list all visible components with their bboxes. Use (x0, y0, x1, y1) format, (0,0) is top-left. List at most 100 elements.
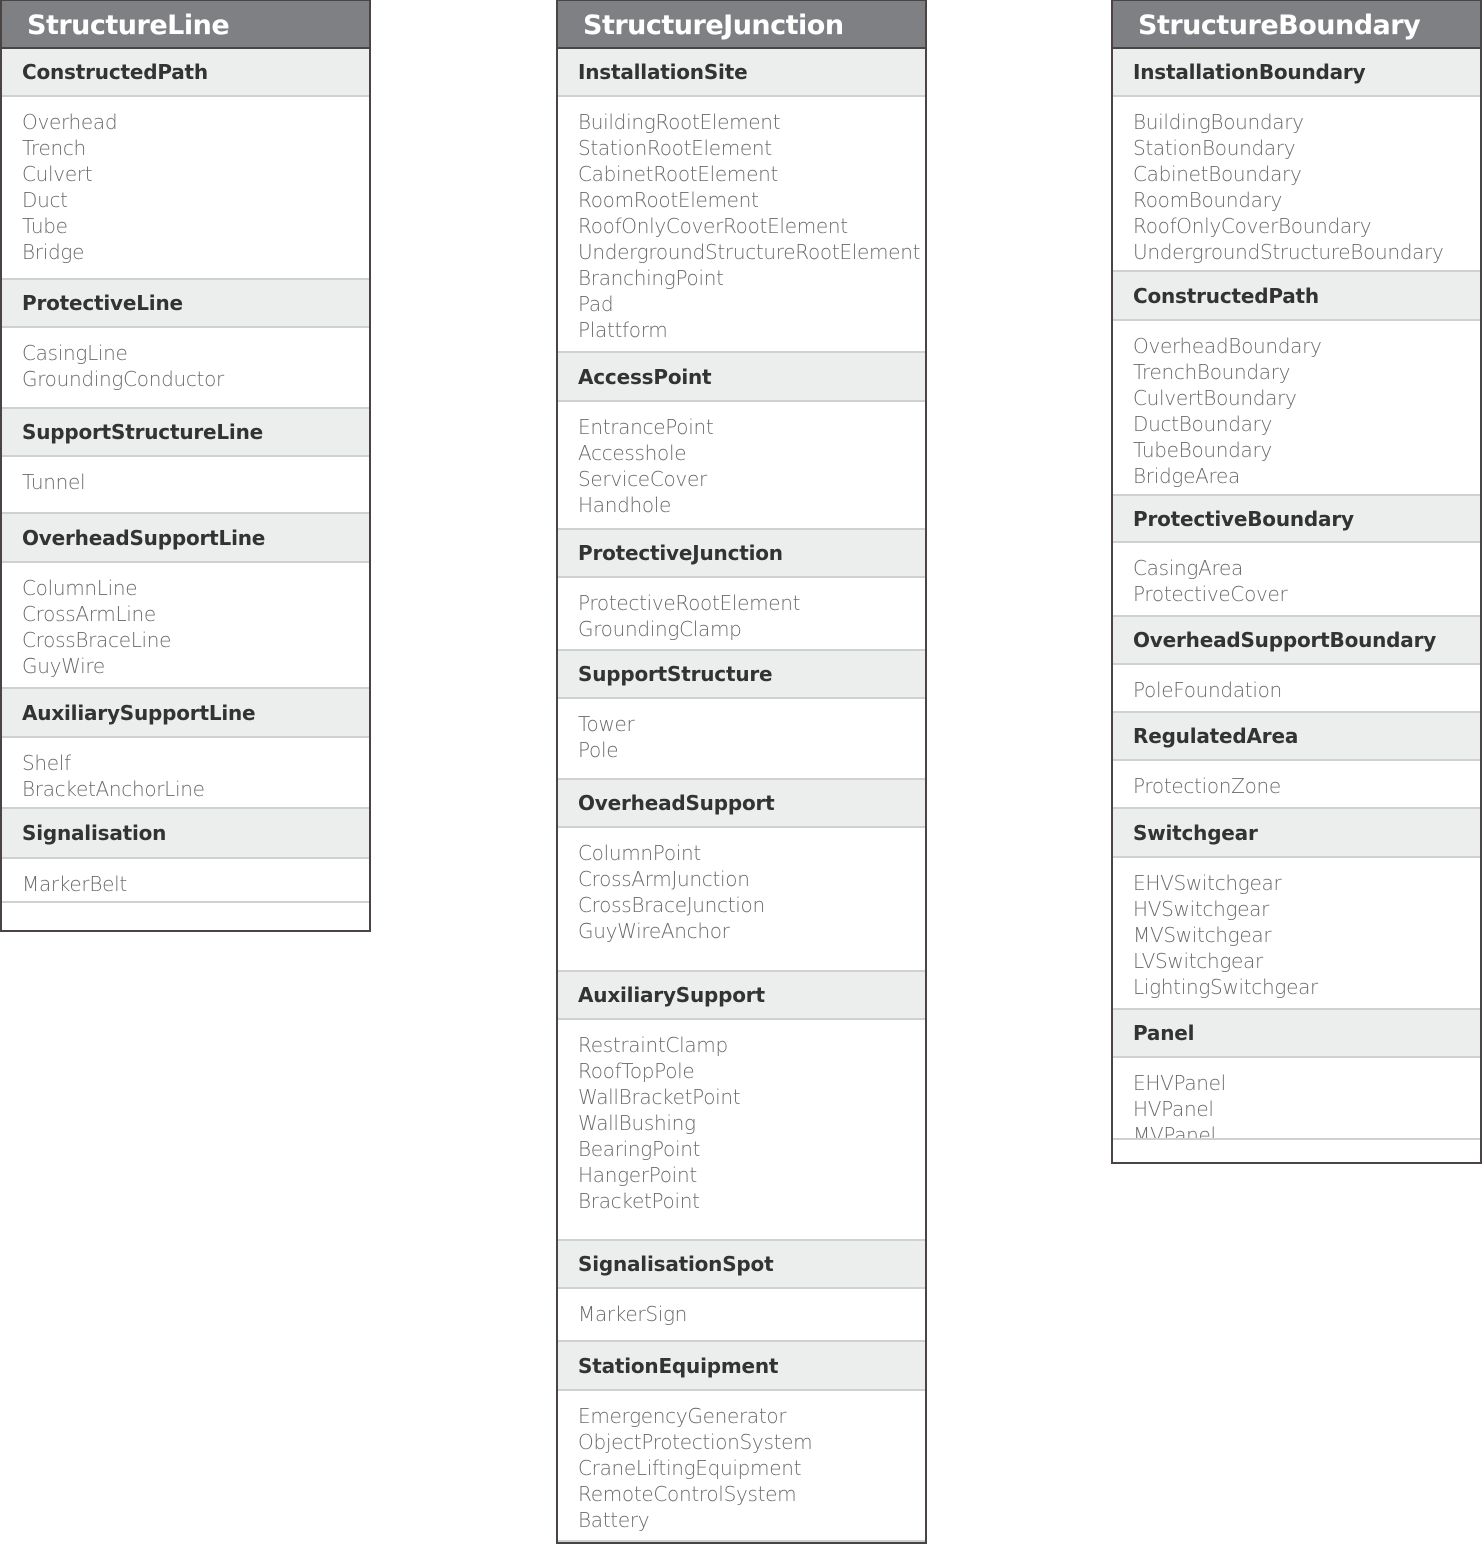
section-items: ProtectiveRootElement GroundingClamp (558, 578, 925, 651)
section-header: OverheadSupportLine (2, 514, 369, 563)
section-items: ColumnPoint CrossArmJunction CrossBraceJun… (558, 828, 925, 972)
section-items: Shelf BracketAnchorLine (2, 738, 369, 809)
list-item: CraneLiftingEquipment (578, 1456, 802, 1480)
section-header: ProtectiveBoundary (1113, 496, 1480, 543)
section-header: OverheadSupport (558, 780, 925, 828)
section-header: Panel (1113, 1010, 1480, 1058)
section-items: ColumnLine CrossArmLine CrossBraceLine GuyW… (2, 563, 369, 689)
list-item: RoofOnlyCoverRootElement (578, 214, 848, 238)
box-title: StructureBoundary (1113, 1, 1480, 49)
list-item: ServiceCover (578, 467, 707, 491)
section-header: ConstructedPath (2, 49, 369, 97)
list-item: ProtectiveCover (1133, 582, 1288, 606)
box-title: StructureLine (2, 1, 369, 49)
section-items: EHVSwitchgear HVSwitchgear MVSwitchgear LVS… (1113, 858, 1480, 1010)
section-items: PoleFoundation (1113, 665, 1480, 713)
list-item: GroundingClamp (578, 617, 742, 641)
list-item: BuildingRootElement (578, 110, 781, 134)
section-header: ProtectiveLine (2, 280, 369, 328)
list-item: RoofOnlyCoverBoundary (1133, 214, 1372, 238)
list-item: Bridge (22, 240, 85, 264)
section-header: InstallationSite (558, 49, 925, 97)
section-header: SupportStructure (558, 651, 925, 699)
section-header: RegulatedArea (1113, 713, 1480, 761)
box-footer (1113, 1140, 1480, 1162)
list-item: Duct (22, 188, 68, 212)
list-item: OverheadBoundary (1133, 334, 1322, 358)
list-item: BridgeArea (1133, 464, 1240, 488)
list-item: CasingArea (1133, 556, 1243, 580)
list-item: BearingPoint (578, 1137, 701, 1161)
section-header: SignalisationSpot (558, 1241, 925, 1289)
list-item: CabinetBoundary (1133, 162, 1302, 186)
list-item: DuctBoundary (1133, 412, 1273, 436)
section-header: Switchgear (1113, 809, 1480, 858)
list-item: ColumnPoint (578, 841, 701, 865)
list-item: BuildingBoundary (1133, 110, 1304, 134)
list-item: EHVPanel (1133, 1071, 1226, 1095)
section-items: BuildingRootElement StationRootElement Cab… (558, 97, 925, 353)
list-item: Pole (578, 738, 619, 762)
list-item: BranchingPoint (578, 266, 724, 290)
list-item: PoleFoundation (1133, 678, 1282, 702)
list-item: UndergroundStructureBoundary (1133, 240, 1444, 264)
section-header: AuxiliarySupportLine (2, 689, 369, 738)
section-items: EmergencyGenerator ObjectProtectionSystem… (558, 1391, 925, 1542)
list-item: CabinetRootElement (578, 162, 779, 186)
list-item: UndergroundStructureRootElement (578, 240, 921, 264)
list-item: ProtectionZone (1133, 774, 1281, 798)
section-items: MarkerBelt (2, 859, 369, 903)
section-header: InstallationBoundary (1113, 49, 1480, 97)
section-items: Overhead Trench Culvert Duct Tube Bridge (2, 97, 369, 280)
list-item: ColumnLine (22, 576, 138, 600)
list-item: CulvertBoundary (1133, 386, 1297, 410)
box-footer (2, 903, 369, 930)
list-item: GuyWire (22, 654, 105, 678)
list-item: StationBoundary (1133, 136, 1296, 160)
list-item: MVPanel (1133, 1123, 1216, 1140)
section-header: StationEquipment (558, 1342, 925, 1391)
list-item: MVSwitchgear (1133, 923, 1272, 947)
list-item: ProtectiveRootElement (578, 591, 801, 615)
list-item: GroundingConductor (22, 367, 224, 391)
list-item: RestraintClamp (578, 1033, 728, 1057)
list-item: Plattform (578, 318, 668, 342)
list-item: CrossBraceJunction (578, 893, 765, 917)
section-header: OverheadSupportBoundary (1113, 617, 1480, 665)
section-items: CasingArea ProtectiveCover (1113, 543, 1480, 617)
section-items: MarkerSign (558, 1289, 925, 1342)
list-item: RemoteControlSystem (578, 1482, 797, 1506)
list-item: LVSwitchgear (1133, 949, 1263, 973)
list-item: Handhole (578, 493, 672, 517)
list-item: EntrancePoint (578, 415, 714, 439)
list-item: RoofTopPole (578, 1059, 695, 1083)
section-header: ProtectiveJunction (558, 530, 925, 578)
section-items: CasingLine GroundingConductor (2, 328, 369, 409)
list-item: CrossBraceLine (22, 628, 172, 652)
list-item: Trench (22, 136, 86, 160)
section-header: AuxiliarySupport (558, 972, 925, 1020)
list-item: EHVSwitchgear (1133, 871, 1282, 895)
list-item: CrossArmJunction (578, 867, 750, 891)
list-item: ObjectProtectionSystem (578, 1430, 813, 1454)
list-item: WallBushing (578, 1111, 696, 1135)
list-item: Shelf (22, 751, 71, 775)
list-item: BracketAnchorLine (22, 777, 205, 801)
list-item: BracketPoint (578, 1189, 700, 1213)
section-header: AccessPoint (558, 353, 925, 402)
list-item: HVPanel (1133, 1097, 1214, 1121)
list-item: CasingLine (22, 341, 128, 365)
section-items: EHVPanel HVPanel MVPanel (1113, 1058, 1480, 1140)
section-items: Tower Pole (558, 699, 925, 780)
section-header: ConstructedPath (1113, 272, 1480, 321)
class-box-structurejunction: StructureJunction InstallationSite Buildin… (556, 0, 927, 1544)
list-item: MarkerSign (578, 1302, 688, 1326)
list-item: TrenchBoundary (1133, 360, 1291, 384)
section-items: OverheadBoundary TrenchBoundary CulvertBou… (1113, 321, 1480, 496)
list-item: WallBracketPoint (578, 1085, 741, 1109)
section-items: RestraintClamp RoofTopPole WallBracketPoin… (558, 1020, 925, 1241)
class-box-structureboundary: StructureBoundary InstallationBoundary Bui… (1111, 0, 1482, 1164)
list-item: Pad (578, 292, 614, 316)
list-item: Overhead (22, 110, 118, 134)
section-items: Tunnel (2, 457, 369, 514)
